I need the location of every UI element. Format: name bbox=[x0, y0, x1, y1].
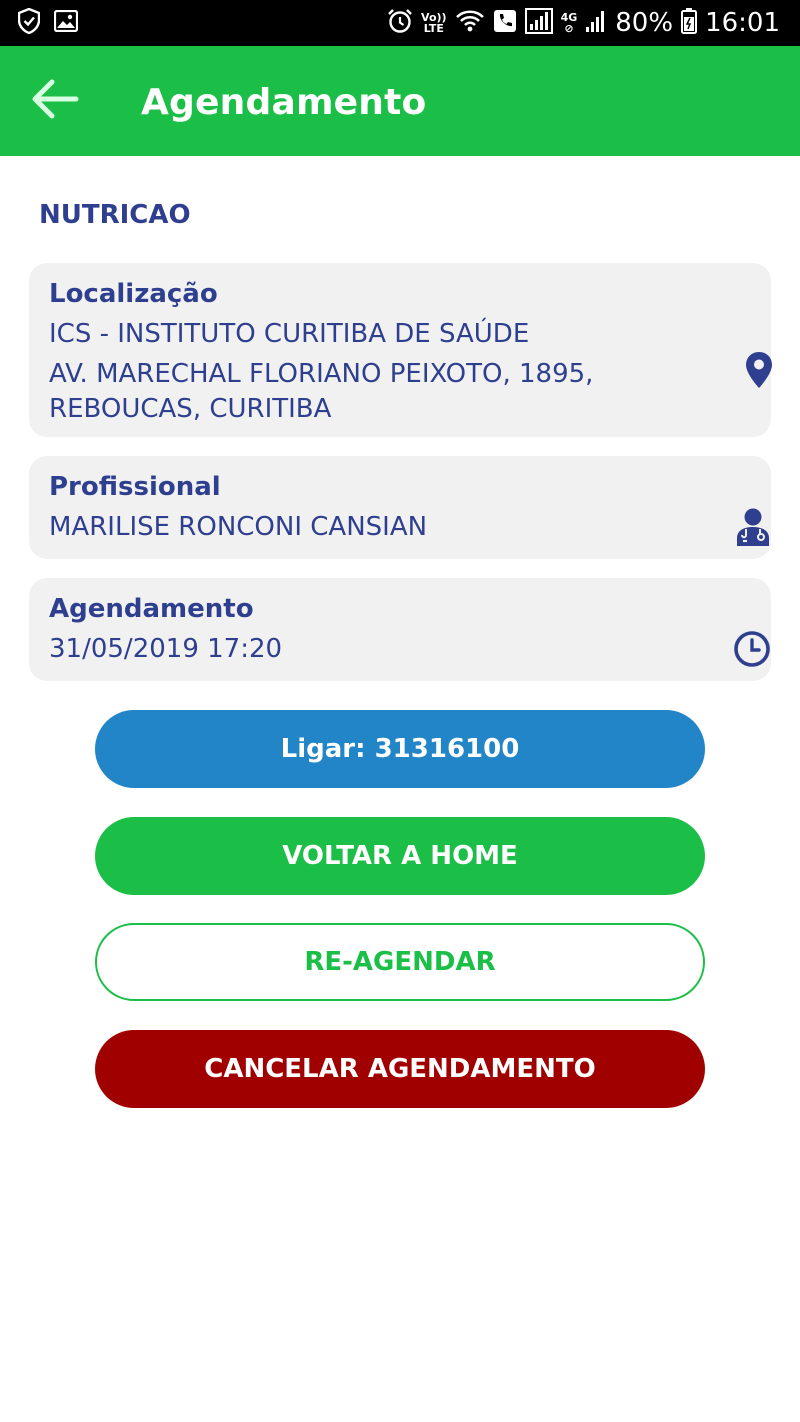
status-bar-left bbox=[17, 7, 79, 39]
signal-bars-icon bbox=[585, 9, 607, 38]
network-type-indicator: 4G ⊘ bbox=[561, 12, 578, 34]
battery-icon bbox=[681, 7, 698, 39]
professional-card: Profissional MARILISE RONCONI CANSIAN bbox=[29, 456, 771, 559]
appointment-label: Agendamento bbox=[49, 594, 254, 624]
appointment-card: Agendamento 31/05/2019 17:20 bbox=[29, 578, 771, 681]
back-home-button[interactable]: VOLTAR A HOME bbox=[95, 817, 705, 895]
appointment-datetime: 31/05/2019 17:20 bbox=[49, 634, 283, 664]
map-pin-icon[interactable] bbox=[745, 351, 773, 394]
professional-label: Profissional bbox=[49, 472, 221, 502]
status-bar-right: Vo)) LTE 4G ⊘ 80% 16:01 bbox=[387, 7, 780, 39]
professional-name: MARILISE RONCONI CANSIAN bbox=[49, 512, 428, 542]
doctor-icon bbox=[735, 507, 771, 552]
alarm-icon bbox=[387, 8, 413, 39]
phone-call-icon bbox=[493, 9, 517, 38]
app-bar: Agendamento bbox=[0, 46, 800, 156]
shield-icon bbox=[17, 7, 41, 39]
specialty-title: NUTRICAO bbox=[39, 200, 191, 230]
location-name: ICS - INSTITUTO CURITIBA DE SAÚDE bbox=[49, 319, 530, 349]
location-card[interactable]: Localização ICS - INSTITUTO CURITIBA DE … bbox=[29, 263, 773, 437]
reschedule-button[interactable]: RE-AGENDAR bbox=[95, 923, 705, 1001]
arrow-left-icon bbox=[30, 78, 80, 125]
no-data-icon: ⊘ bbox=[564, 22, 574, 35]
battery-percent: 80% bbox=[615, 8, 674, 38]
image-icon bbox=[53, 9, 79, 37]
wifi-icon bbox=[455, 9, 485, 38]
cancel-appointment-button[interactable]: CANCELAR AGENDAMENTO bbox=[95, 1030, 705, 1108]
page-title: Agendamento bbox=[141, 82, 427, 123]
volte-indicator: Vo)) LTE bbox=[421, 12, 447, 34]
signal-strength-icon bbox=[524, 7, 553, 39]
clock-time: 16:01 bbox=[705, 8, 780, 38]
clock-icon bbox=[733, 630, 771, 673]
location-label: Localização bbox=[49, 279, 218, 309]
call-button[interactable]: Ligar: 31316100 bbox=[95, 710, 705, 788]
volte-bottom-text: LTE bbox=[423, 22, 444, 35]
location-address: AV. MARECHAL FLORIANO PEIXOTO, 1895, REB… bbox=[49, 359, 594, 424]
status-bar: Vo)) LTE 4G ⊘ 80% 16:01 bbox=[0, 0, 800, 46]
back-button[interactable] bbox=[28, 78, 82, 124]
